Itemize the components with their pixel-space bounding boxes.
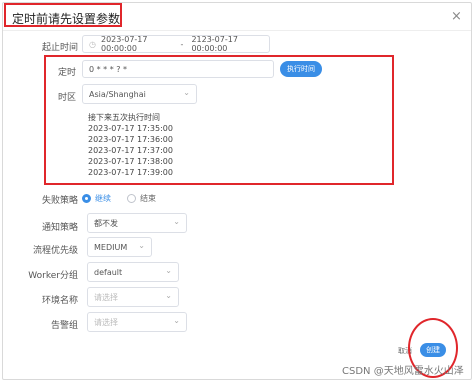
watermark: CSDN @天地风雷水火山泽 — [342, 366, 464, 377]
preview-title: 接下来五次执行时间 — [88, 113, 160, 122]
chevron-down-icon: ⌄ — [138, 241, 145, 250]
notify-strategy-select[interactable]: 都不发 ⌄ — [87, 213, 187, 233]
start-end-label: 起止时间 — [41, 43, 78, 53]
execution-time-button[interactable]: 执行时间 — [280, 61, 322, 77]
range-separator: - — [180, 39, 184, 49]
alert-group-select[interactable]: 请选择 ⌄ — [87, 312, 187, 332]
title-divider — [3, 30, 471, 31]
cron-label: 定时 — [57, 68, 76, 78]
close-icon[interactable]: × — [451, 10, 462, 23]
date-range-picker[interactable]: ◷ 2023-07-17 00:00:00 - 2123-07-17 00:00… — [82, 35, 270, 53]
cron-value: 0 * * * ? * — [89, 64, 128, 74]
cron-input[interactable]: 0 * * * ? * — [82, 60, 274, 78]
priority-label: 流程优先级 — [32, 246, 78, 256]
chevron-down-icon: ⌄ — [165, 266, 172, 275]
preview-time: 2023-07-17 17:36:00 — [88, 135, 173, 144]
timezone-value: Asia/Shanghai — [89, 89, 146, 99]
radio-end-label[interactable]: 结束 — [140, 193, 156, 204]
failure-strategy-radios: 继续 结束 — [82, 193, 172, 204]
next-executions-preview: 接下来五次执行时间 2023-07-17 17:35:00 2023-07-17… — [88, 112, 173, 178]
clock-icon: ◷ — [89, 39, 96, 49]
chevron-down-icon: ⌄ — [173, 217, 180, 226]
worker-group-select[interactable]: default ⌄ — [87, 262, 179, 282]
chevron-down-icon: ⌄ — [165, 291, 172, 300]
radio-continue-label[interactable]: 继续 — [95, 193, 111, 204]
failure-strategy-label: 失败策略 — [41, 196, 78, 206]
end-time: 2123-07-17 00:00:00 — [191, 35, 238, 53]
alert-group-placeholder: 请选择 — [94, 317, 118, 327]
timezone-label: 时区 — [57, 93, 76, 103]
priority-select[interactable]: MEDIUM ⌄ — [87, 237, 152, 257]
preview-time: 2023-07-17 17:38:00 — [88, 157, 173, 166]
chevron-down-icon: ⌄ — [183, 88, 190, 97]
environment-placeholder: 请选择 — [94, 292, 118, 302]
radio-continue[interactable] — [82, 194, 91, 203]
notify-strategy-value: 都不发 — [94, 218, 118, 228]
start-time: 2023-07-17 00:00:00 — [100, 35, 148, 53]
priority-value: MEDIUM — [94, 242, 128, 252]
alert-group-label: 告警组 — [50, 321, 78, 331]
preview-time: 2023-07-17 17:37:00 — [88, 146, 173, 155]
radio-end[interactable] — [127, 194, 136, 203]
environment-label: 环境名称 — [41, 296, 78, 306]
timezone-select[interactable]: Asia/Shanghai ⌄ — [82, 84, 197, 104]
preview-time: 2023-07-17 17:35:00 — [88, 124, 173, 133]
title-highlight-box — [4, 3, 122, 27]
worker-group-value: default — [94, 267, 123, 277]
environment-select[interactable]: 请选择 ⌄ — [87, 287, 179, 307]
notify-strategy-label: 通知策略 — [41, 223, 78, 233]
worker-group-label: Worker分组 — [28, 271, 78, 281]
chevron-down-icon: ⌄ — [173, 316, 180, 325]
preview-time: 2023-07-17 17:39:00 — [88, 168, 173, 177]
